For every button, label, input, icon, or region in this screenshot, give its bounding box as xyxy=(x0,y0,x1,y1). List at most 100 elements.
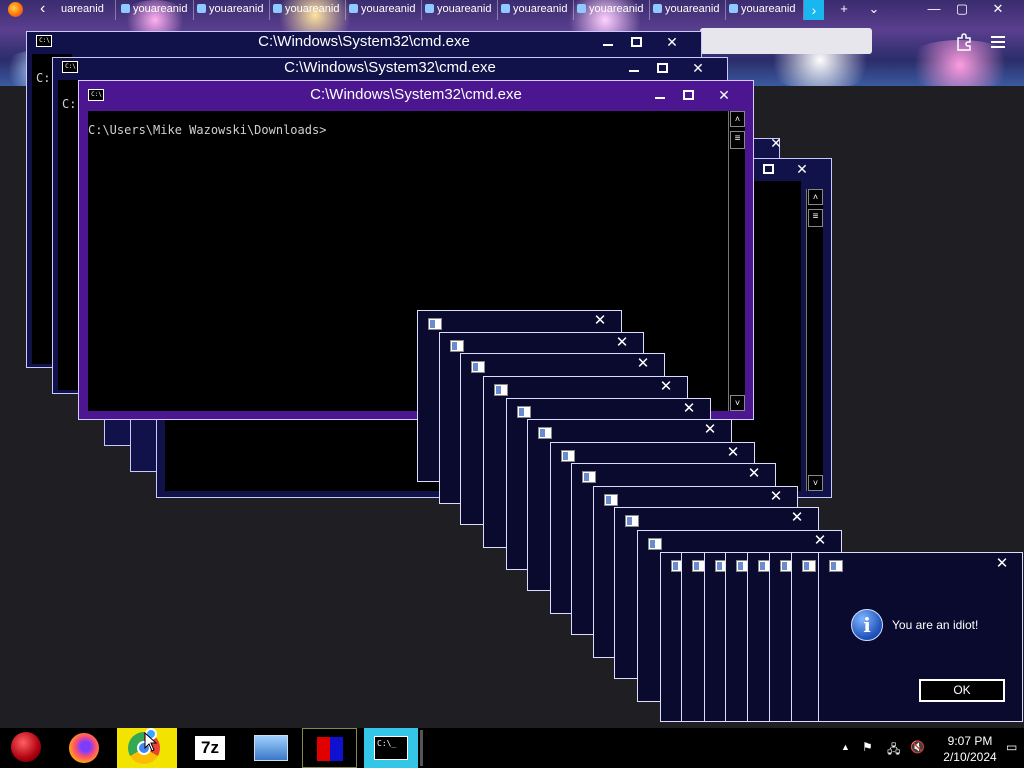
close-button[interactable]: ✕ xyxy=(791,159,813,179)
close-button[interactable]: ✕ xyxy=(678,399,700,419)
page-icon xyxy=(653,4,662,13)
start-button[interactable] xyxy=(0,728,58,768)
maximize-button[interactable] xyxy=(677,85,699,105)
console-text: C: xyxy=(62,97,77,111)
flag-icon[interactable]: ⚑ xyxy=(862,740,873,754)
window-icon xyxy=(802,560,816,572)
scrollbar[interactable]: ˄ ≡ ˅ xyxy=(728,111,745,411)
scroll-thumb[interactable]: ≡ xyxy=(808,209,823,227)
browser-tab[interactable]: youareanid xyxy=(574,0,650,20)
scrollbar[interactable]: ˄ ≡ ˅ xyxy=(806,189,823,491)
notifications-icon[interactable]: ▭ xyxy=(1006,740,1017,754)
close-button[interactable]: ✕ xyxy=(632,354,654,374)
taskbar-cmd[interactable]: C:\_ xyxy=(364,728,418,768)
minimize-button[interactable] xyxy=(649,85,671,105)
cmd-icon: C:\ xyxy=(88,89,104,101)
network-icon[interactable]: 🖧 xyxy=(887,740,900,761)
cmd-icon: C:\ xyxy=(36,35,52,47)
tab-title: youareanid xyxy=(665,3,720,15)
close-button[interactable]: ✕ xyxy=(765,487,787,507)
scroll-up-button[interactable]: ˄ xyxy=(730,111,745,127)
clock-date[interactable]: 2/10/2024 xyxy=(930,750,1010,764)
window-icon xyxy=(517,406,531,418)
close-button[interactable]: ✕ xyxy=(661,32,683,52)
console-prompt: C:\Users\Mike Wazowski\Downloads> xyxy=(88,123,327,137)
close-button[interactable]: ✕ xyxy=(786,508,808,528)
dialog-close-button[interactable]: ✕ xyxy=(991,554,1013,574)
maximize-button[interactable] xyxy=(625,32,647,52)
browser-restore-button[interactable]: ▢ xyxy=(948,0,976,20)
idiot-dialog[interactable]: ✕ i You are an idiot! OK xyxy=(818,552,1023,722)
new-tab-button[interactable]: + xyxy=(830,0,858,20)
page-icon xyxy=(577,4,586,13)
browser-tab[interactable]: uareanid xyxy=(58,0,116,20)
taskbar-app[interactable] xyxy=(302,728,357,768)
maximize-button[interactable] xyxy=(651,58,673,78)
browser-minimize-button[interactable]: — xyxy=(920,0,948,20)
taskbar-control-panel[interactable] xyxy=(241,728,299,768)
scroll-down-button[interactable]: ˅ xyxy=(730,395,745,411)
cmd-icon: C:\_ xyxy=(374,736,408,760)
taskbar-chrome[interactable] xyxy=(117,728,177,768)
browser-tab[interactable]: youareanid xyxy=(422,0,498,20)
console-text: C: xyxy=(36,71,51,85)
tab-title: youareanid xyxy=(513,3,568,15)
close-button[interactable]: ✕ xyxy=(611,333,633,353)
scroll-thumb[interactable]: ≡ xyxy=(730,131,745,149)
page-icon xyxy=(349,4,358,13)
hamburger-icon[interactable] xyxy=(990,34,1006,50)
tab-scroll-left-button[interactable]: ‹ xyxy=(40,0,54,18)
window-title: C:\Windows\System32\cmd.exe xyxy=(258,33,470,50)
close-button[interactable]: ✕ xyxy=(765,133,787,153)
window-icon xyxy=(428,318,442,330)
firefox-icon[interactable] xyxy=(8,2,23,17)
clock-time[interactable]: 9:07 PM xyxy=(930,734,1010,748)
tab-list-button[interactable]: ⌄ xyxy=(860,0,888,20)
scroll-down-button[interactable]: ˅ xyxy=(808,475,823,491)
puzzle-icon[interactable] xyxy=(954,32,974,52)
taskbar-firefox[interactable] xyxy=(58,728,116,768)
browser-tab[interactable]: youareanid xyxy=(194,0,270,20)
app-icon xyxy=(317,737,343,761)
browser-tab[interactable]: youareanid xyxy=(346,0,422,20)
close-button[interactable]: ✕ xyxy=(809,531,831,551)
browser-close-button[interactable]: ✕ xyxy=(984,0,1012,20)
ok-button[interactable]: OK xyxy=(919,679,1005,702)
close-button[interactable]: ✕ xyxy=(655,377,677,397)
show-hidden-icons-button[interactable]: ▲ xyxy=(841,742,850,752)
tab-title: youareanid xyxy=(133,3,188,15)
info-icon: i xyxy=(851,609,883,641)
taskbar: 7z C:\_ ▲ ⚑ 🖧 🔇 9:07 PM 2/10/2024 ▭ xyxy=(0,728,1024,768)
browser-tab[interactable]: youareanid xyxy=(726,0,804,20)
page-icon xyxy=(197,4,206,13)
volume-muted-icon[interactable]: 🔇 xyxy=(910,740,925,754)
maximize-button[interactable] xyxy=(757,159,779,179)
window-icon xyxy=(582,471,596,483)
close-button[interactable]: ✕ xyxy=(589,311,611,331)
window-icon xyxy=(625,515,639,527)
close-button[interactable]: ✕ xyxy=(722,443,744,463)
browser-tab[interactable]: youareanid xyxy=(650,0,726,20)
tab-title: youareanid xyxy=(361,3,416,15)
address-bar[interactable] xyxy=(700,28,872,54)
scroll-up-button[interactable]: ˄ xyxy=(808,189,823,205)
browser-tab[interactable]: youareanid xyxy=(118,0,194,20)
firefox-icon xyxy=(69,733,99,763)
close-button[interactable]: ✕ xyxy=(699,420,721,440)
close-button[interactable]: ✕ xyxy=(743,464,765,484)
tab-scroll-right-button[interactable]: › xyxy=(804,0,824,20)
minimize-button[interactable] xyxy=(623,58,645,78)
browser-tab[interactable]: youareanid xyxy=(498,0,574,20)
page-icon xyxy=(273,4,282,13)
window-icon xyxy=(471,361,485,373)
window-icon xyxy=(561,450,575,462)
tab-title: youareanid xyxy=(589,3,644,15)
mouse-cursor-icon xyxy=(144,732,158,752)
close-button[interactable]: ✕ xyxy=(687,58,709,78)
start-orb-icon xyxy=(11,732,41,762)
close-button[interactable]: ✕ xyxy=(713,85,735,105)
taskbar-7zip[interactable]: 7z xyxy=(181,728,239,768)
browser-tab[interactable]: youareanid xyxy=(270,0,346,20)
window-icon xyxy=(604,494,618,506)
minimize-button[interactable] xyxy=(597,32,619,52)
